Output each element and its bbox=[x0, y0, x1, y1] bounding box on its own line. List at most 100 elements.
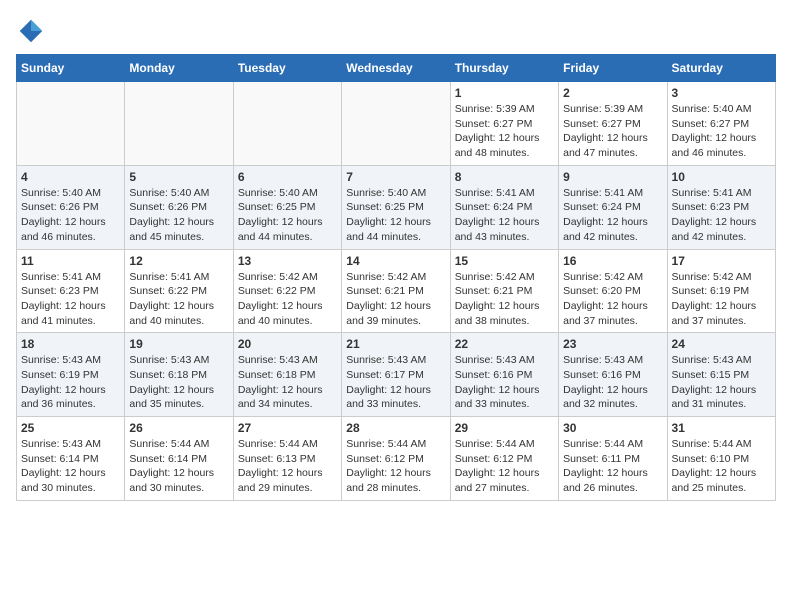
day-info: Sunrise: 5:44 AM Sunset: 6:11 PM Dayligh… bbox=[563, 437, 662, 496]
day-number: 12 bbox=[129, 254, 228, 268]
calendar-cell: 6 Sunrise: 5:40 AM Sunset: 6:25 PM Daylig… bbox=[233, 165, 341, 249]
calendar-cell: 30 Sunrise: 5:44 AM Sunset: 6:11 PM Dayli… bbox=[559, 417, 667, 501]
day-info: Sunrise: 5:43 AM Sunset: 6:16 PM Dayligh… bbox=[563, 353, 662, 412]
day-number: 3 bbox=[672, 86, 771, 100]
day-info: Sunrise: 5:43 AM Sunset: 6:16 PM Dayligh… bbox=[455, 353, 554, 412]
logo bbox=[16, 16, 50, 46]
week-row-3: 11 Sunrise: 5:41 AM Sunset: 6:23 PM Dayli… bbox=[17, 249, 776, 333]
day-number: 5 bbox=[129, 170, 228, 184]
day-header-monday: Monday bbox=[125, 55, 233, 82]
day-number: 13 bbox=[238, 254, 337, 268]
calendar-cell bbox=[125, 82, 233, 166]
day-info: Sunrise: 5:44 AM Sunset: 6:13 PM Dayligh… bbox=[238, 437, 337, 496]
day-number: 20 bbox=[238, 337, 337, 351]
day-number: 14 bbox=[346, 254, 445, 268]
calendar-cell bbox=[233, 82, 341, 166]
week-row-2: 4 Sunrise: 5:40 AM Sunset: 6:26 PM Daylig… bbox=[17, 165, 776, 249]
calendar-cell: 11 Sunrise: 5:41 AM Sunset: 6:23 PM Dayli… bbox=[17, 249, 125, 333]
day-header-saturday: Saturday bbox=[667, 55, 775, 82]
day-info: Sunrise: 5:40 AM Sunset: 6:25 PM Dayligh… bbox=[238, 186, 337, 245]
day-info: Sunrise: 5:40 AM Sunset: 6:27 PM Dayligh… bbox=[672, 102, 771, 161]
day-info: Sunrise: 5:39 AM Sunset: 6:27 PM Dayligh… bbox=[563, 102, 662, 161]
calendar-cell: 21 Sunrise: 5:43 AM Sunset: 6:17 PM Dayli… bbox=[342, 333, 450, 417]
day-number: 21 bbox=[346, 337, 445, 351]
day-number: 2 bbox=[563, 86, 662, 100]
day-number: 1 bbox=[455, 86, 554, 100]
day-info: Sunrise: 5:44 AM Sunset: 6:12 PM Dayligh… bbox=[346, 437, 445, 496]
day-info: Sunrise: 5:42 AM Sunset: 6:20 PM Dayligh… bbox=[563, 270, 662, 329]
day-header-sunday: Sunday bbox=[17, 55, 125, 82]
day-number: 24 bbox=[672, 337, 771, 351]
week-row-5: 25Sunrise: 5:43 AM Sunset: 6:14 PM Dayli… bbox=[17, 417, 776, 501]
day-number: 9 bbox=[563, 170, 662, 184]
day-info: Sunrise: 5:41 AM Sunset: 6:24 PM Dayligh… bbox=[563, 186, 662, 245]
day-number: 6 bbox=[238, 170, 337, 184]
day-info: Sunrise: 5:40 AM Sunset: 6:26 PM Dayligh… bbox=[21, 186, 120, 245]
day-header-wednesday: Wednesday bbox=[342, 55, 450, 82]
day-number: 23 bbox=[563, 337, 662, 351]
calendar-cell: 1 Sunrise: 5:39 AM Sunset: 6:27 PM Daylig… bbox=[450, 82, 558, 166]
day-number: 8 bbox=[455, 170, 554, 184]
day-info: Sunrise: 5:42 AM Sunset: 6:22 PM Dayligh… bbox=[238, 270, 337, 329]
calendar-cell: 27 Sunrise: 5:44 AM Sunset: 6:13 PM Dayli… bbox=[233, 417, 341, 501]
day-info: Sunrise: 5:41 AM Sunset: 6:22 PM Dayligh… bbox=[129, 270, 228, 329]
calendar-cell: 16 Sunrise: 5:42 AM Sunset: 6:20 PM Dayli… bbox=[559, 249, 667, 333]
calendar-cell: 18 Sunrise: 5:43 AM Sunset: 6:19 PM Dayli… bbox=[17, 333, 125, 417]
day-info: Sunrise: 5:43 AM Sunset: 6:17 PM Dayligh… bbox=[346, 353, 445, 412]
calendar-cell: 2 Sunrise: 5:39 AM Sunset: 6:27 PM Daylig… bbox=[559, 82, 667, 166]
week-row-1: 1 Sunrise: 5:39 AM Sunset: 6:27 PM Daylig… bbox=[17, 82, 776, 166]
calendar-cell: 14 Sunrise: 5:42 AM Sunset: 6:21 PM Dayli… bbox=[342, 249, 450, 333]
day-number: 18 bbox=[21, 337, 120, 351]
calendar-cell: 26 Sunrise: 5:44 AM Sunset: 6:14 PM Dayli… bbox=[125, 417, 233, 501]
calendar-cell: 8 Sunrise: 5:41 AM Sunset: 6:24 PM Daylig… bbox=[450, 165, 558, 249]
calendar-cell: 20Sunrise: 5:43 AM Sunset: 6:18 PM Dayli… bbox=[233, 333, 341, 417]
calendar-cell: 12 Sunrise: 5:41 AM Sunset: 6:22 PM Dayli… bbox=[125, 249, 233, 333]
calendar-cell: 31 Sunrise: 5:44 AM Sunset: 6:10 PM Dayli… bbox=[667, 417, 775, 501]
day-number: 16 bbox=[563, 254, 662, 268]
day-number: 15 bbox=[455, 254, 554, 268]
logo-icon bbox=[16, 16, 46, 46]
calendar-cell: 9 Sunrise: 5:41 AM Sunset: 6:24 PM Daylig… bbox=[559, 165, 667, 249]
week-row-4: 18 Sunrise: 5:43 AM Sunset: 6:19 PM Dayli… bbox=[17, 333, 776, 417]
calendar-cell: 5 Sunrise: 5:40 AM Sunset: 6:26 PM Daylig… bbox=[125, 165, 233, 249]
calendar-cell: 13 Sunrise: 5:42 AM Sunset: 6:22 PM Dayli… bbox=[233, 249, 341, 333]
calendar-cell: 24Sunrise: 5:43 AM Sunset: 6:15 PM Dayli… bbox=[667, 333, 775, 417]
day-info: Sunrise: 5:42 AM Sunset: 6:19 PM Dayligh… bbox=[672, 270, 771, 329]
day-info: Sunrise: 5:44 AM Sunset: 6:10 PM Dayligh… bbox=[672, 437, 771, 496]
day-info: Sunrise: 5:42 AM Sunset: 6:21 PM Dayligh… bbox=[455, 270, 554, 329]
day-number: 26 bbox=[129, 421, 228, 435]
calendar-cell: 22Sunrise: 5:43 AM Sunset: 6:16 PM Dayli… bbox=[450, 333, 558, 417]
day-info: Sunrise: 5:44 AM Sunset: 6:12 PM Dayligh… bbox=[455, 437, 554, 496]
day-info: Sunrise: 5:43 AM Sunset: 6:14 PM Dayligh… bbox=[21, 437, 120, 496]
calendar-cell bbox=[17, 82, 125, 166]
calendar-cell: 3 Sunrise: 5:40 AM Sunset: 6:27 PM Daylig… bbox=[667, 82, 775, 166]
day-header-tuesday: Tuesday bbox=[233, 55, 341, 82]
day-header-friday: Friday bbox=[559, 55, 667, 82]
day-number: 30 bbox=[563, 421, 662, 435]
calendar-cell bbox=[342, 82, 450, 166]
day-number: 11 bbox=[21, 254, 120, 268]
day-info: Sunrise: 5:42 AM Sunset: 6:21 PM Dayligh… bbox=[346, 270, 445, 329]
day-number: 29 bbox=[455, 421, 554, 435]
day-header-thursday: Thursday bbox=[450, 55, 558, 82]
day-info: Sunrise: 5:43 AM Sunset: 6:19 PM Dayligh… bbox=[21, 353, 120, 412]
calendar-cell: 29 Sunrise: 5:44 AM Sunset: 6:12 PM Dayli… bbox=[450, 417, 558, 501]
day-info: Sunrise: 5:40 AM Sunset: 6:26 PM Dayligh… bbox=[129, 186, 228, 245]
day-info: Sunrise: 5:41 AM Sunset: 6:24 PM Dayligh… bbox=[455, 186, 554, 245]
day-info: Sunrise: 5:41 AM Sunset: 6:23 PM Dayligh… bbox=[21, 270, 120, 329]
day-number: 31 bbox=[672, 421, 771, 435]
day-number: 10 bbox=[672, 170, 771, 184]
day-number: 28 bbox=[346, 421, 445, 435]
calendar-cell: 19Sunrise: 5:43 AM Sunset: 6:18 PM Dayli… bbox=[125, 333, 233, 417]
calendar-cell: 4 Sunrise: 5:40 AM Sunset: 6:26 PM Daylig… bbox=[17, 165, 125, 249]
calendar-cell: 23 Sunrise: 5:43 AM Sunset: 6:16 PM Dayli… bbox=[559, 333, 667, 417]
day-number: 17 bbox=[672, 254, 771, 268]
day-number: 4 bbox=[21, 170, 120, 184]
day-info: Sunrise: 5:44 AM Sunset: 6:14 PM Dayligh… bbox=[129, 437, 228, 496]
day-number: 19 bbox=[129, 337, 228, 351]
calendar-cell: 28 Sunrise: 5:44 AM Sunset: 6:12 PM Dayli… bbox=[342, 417, 450, 501]
calendar-cell: 15 Sunrise: 5:42 AM Sunset: 6:21 PM Dayli… bbox=[450, 249, 558, 333]
day-number: 27 bbox=[238, 421, 337, 435]
calendar-cell: 10Sunrise: 5:41 AM Sunset: 6:23 PM Dayli… bbox=[667, 165, 775, 249]
day-info: Sunrise: 5:39 AM Sunset: 6:27 PM Dayligh… bbox=[455, 102, 554, 161]
